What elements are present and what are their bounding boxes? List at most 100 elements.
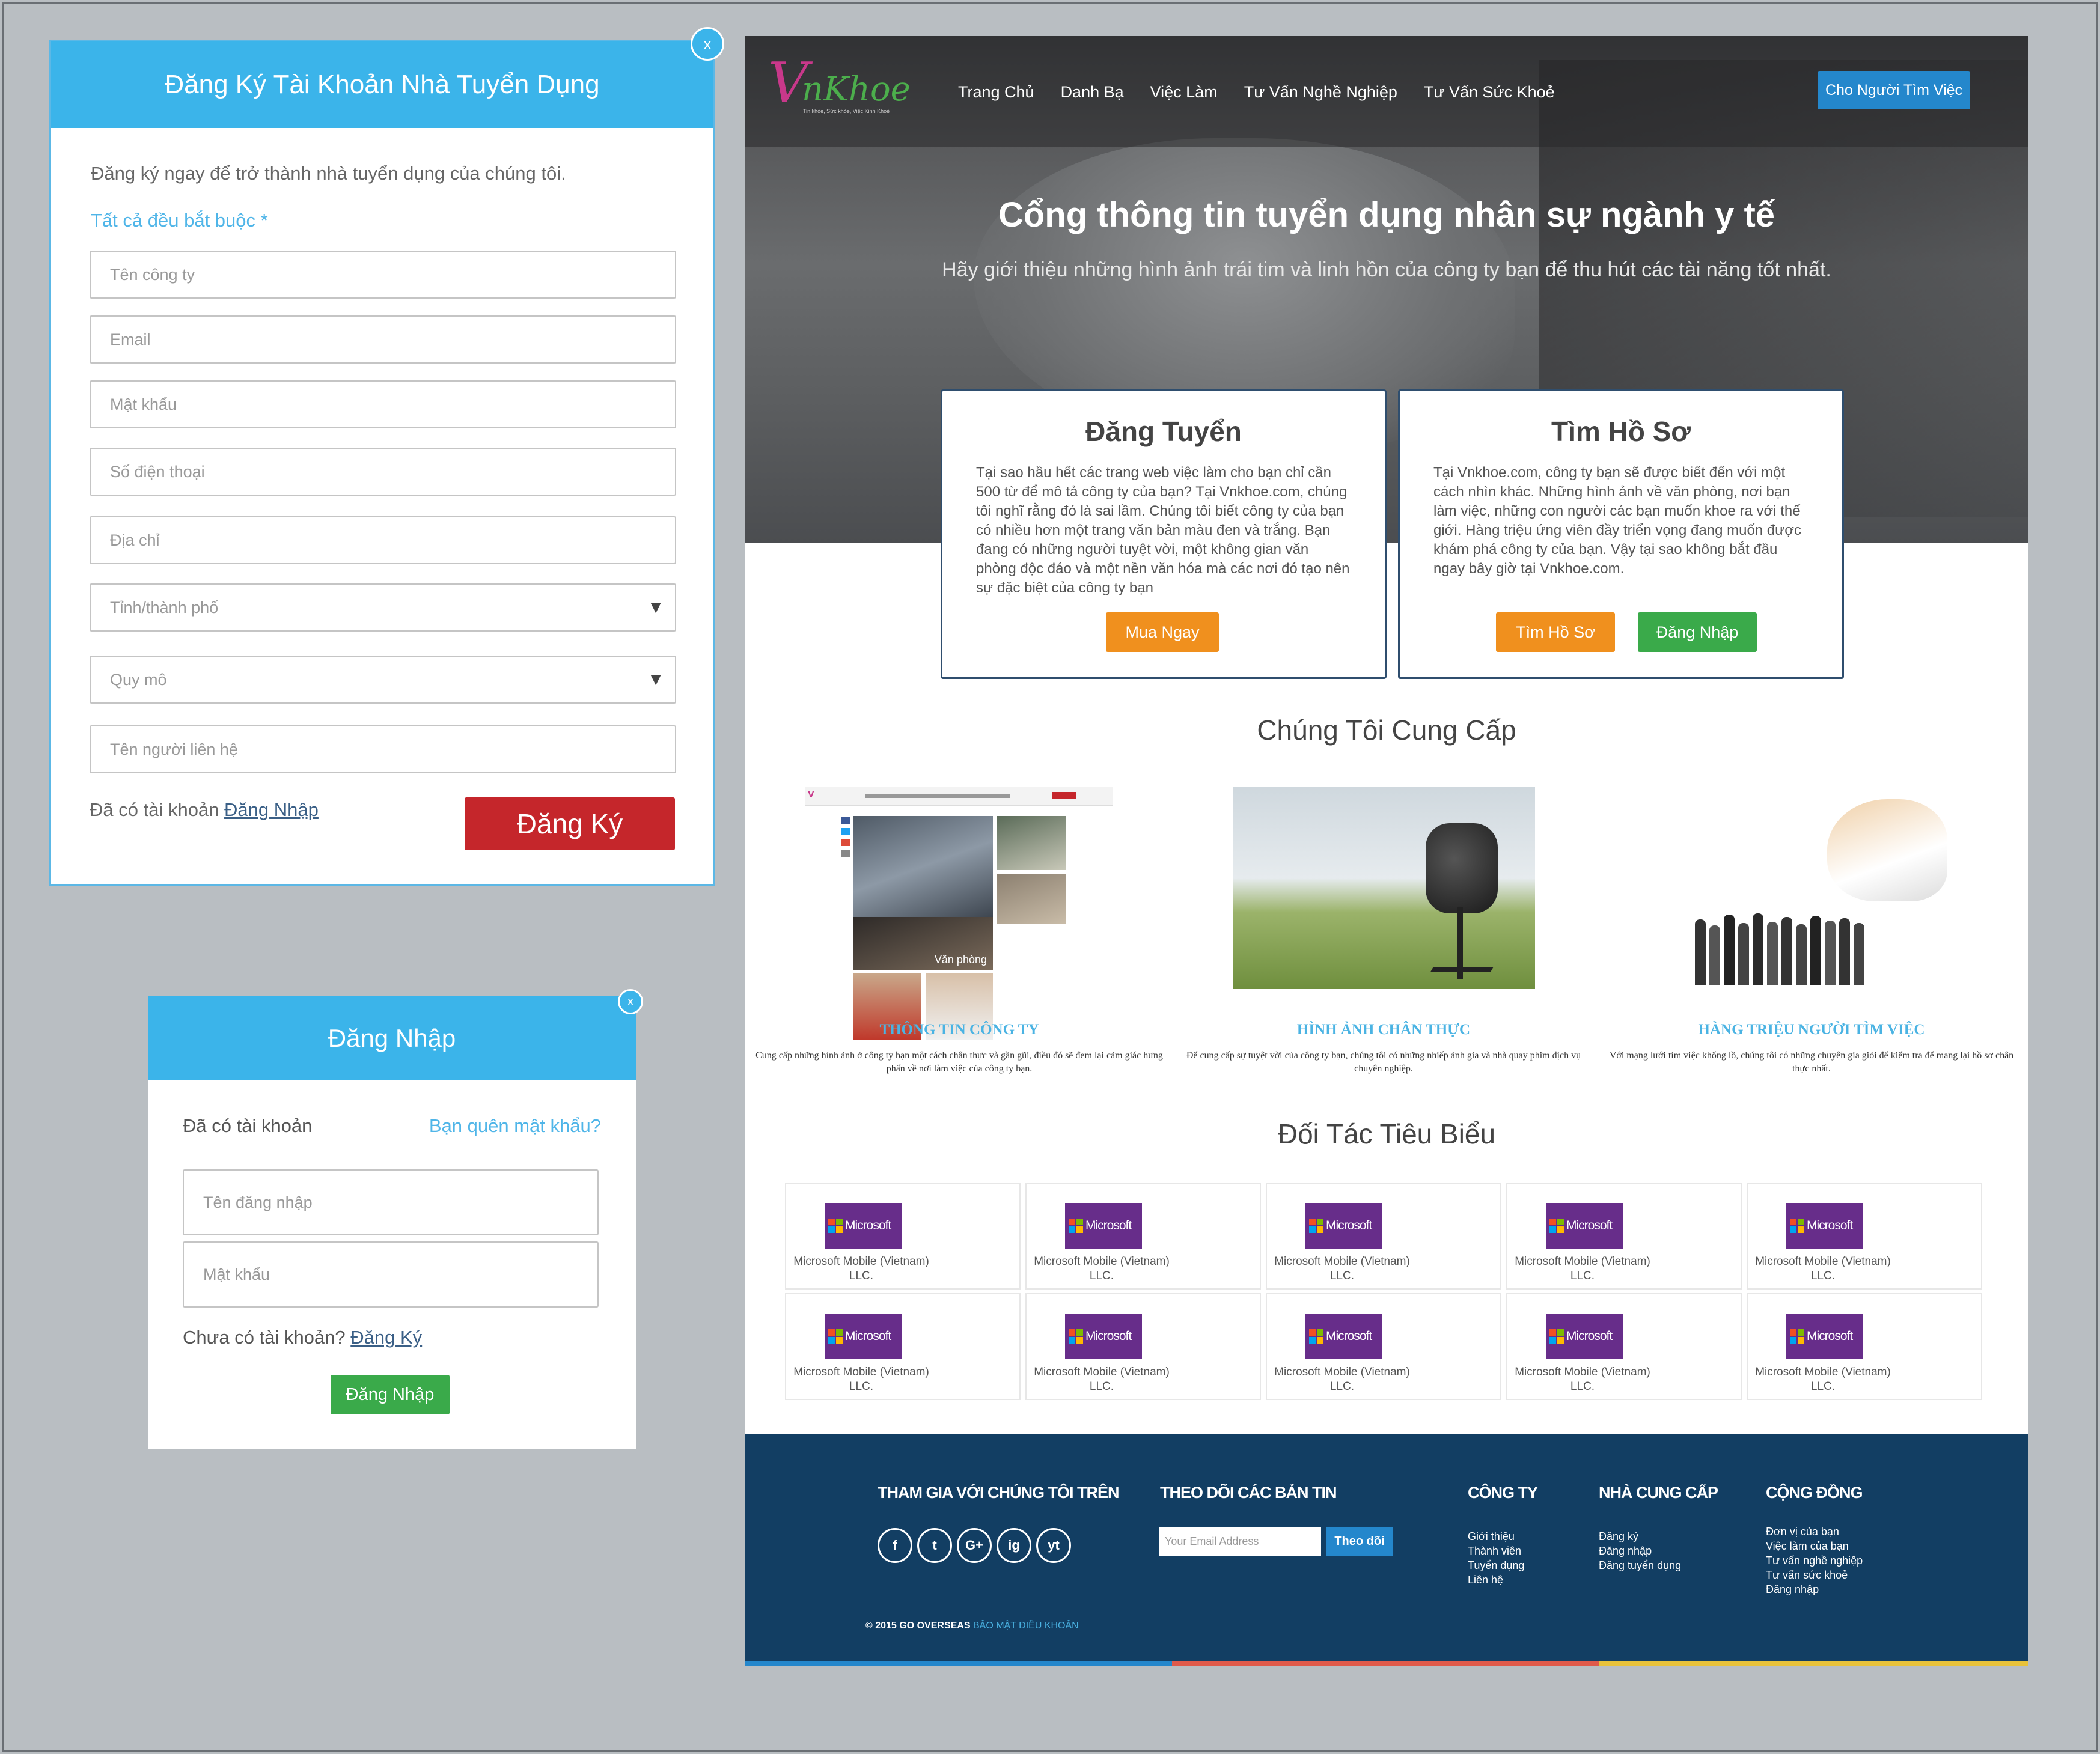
placeholder: Tên công ty [110, 265, 195, 284]
feature-desc: Với mạng lưới tìm việc khổng lồ, chúng t… [1609, 1050, 2014, 1074]
footer-link[interactable]: Đăng nhập [1766, 1582, 1863, 1597]
newsletter-email-input[interactable]: Your Email Address [1159, 1527, 1321, 1556]
email-field[interactable]: Email [90, 315, 676, 364]
feature-title: HÌNH ẢNH CHÂN THỰC [1296, 1022, 1471, 1038]
logo-word: Microsoft [1085, 1329, 1132, 1343]
partner-card[interactable]: Microsoft Microsoft Mobile (Vietnam) LLC. [1506, 1183, 1742, 1290]
dropdown-arrow-icon: ▼ [647, 670, 664, 689]
partner-name: Microsoft Mobile (Vietnam) LLC. [1267, 1365, 1417, 1394]
footer: THAM GIA VỚI CHÚNG TÔI TRÊN THEO DÕI CÁC… [745, 1434, 2028, 1666]
close-icon[interactable]: x [618, 989, 643, 1014]
phone-field[interactable]: Số điện thoại [90, 448, 676, 496]
partner-card[interactable]: Microsoft Microsoft Mobile (Vietnam) LLC. [1266, 1293, 1501, 1400]
password-field[interactable]: Mật khẩu [90, 380, 676, 428]
username-field[interactable]: Tên đăng nhập [183, 1169, 599, 1235]
footer-link[interactable]: Thành viên [1468, 1544, 1524, 1558]
password-field[interactable]: Mật khẩu [183, 1241, 599, 1308]
partner-name-line: LLC. [1570, 1270, 1595, 1282]
nav-item-career[interactable]: Tư Vấn Nghề Nghiệp [1244, 83, 1397, 102]
footer-link[interactable]: Tuyển dụng [1468, 1558, 1524, 1573]
job-seeker-button[interactable]: Cho Người Tìm Việc [1818, 71, 1970, 109]
logo-word: Microsoft [1326, 1329, 1372, 1343]
feature-title: THÔNG TIN CÔNG TY [879, 1022, 1039, 1038]
logo-word: Microsoft [845, 1219, 891, 1232]
footer-link[interactable]: Đăng nhập [1599, 1544, 1681, 1558]
footer-link[interactable]: Đăng tuyển dụng [1599, 1558, 1681, 1573]
forgot-password-link[interactable]: Bạn quên mật khẩu? [429, 1115, 601, 1137]
nav-item-directory[interactable]: Danh Bạ [1061, 83, 1124, 102]
microsoft-logo: Microsoft [1065, 1203, 1142, 1249]
terms-link[interactable]: BẢO MẬT ĐIỀU KHOẢN [973, 1621, 1079, 1631]
partner-name-line: LLC. [1810, 1270, 1836, 1282]
partner-card[interactable]: Microsoft Microsoft Mobile (Vietnam) LLC. [1506, 1293, 1742, 1400]
woman-figure [1827, 799, 1947, 901]
partner-card[interactable]: Microsoft Microsoft Mobile (Vietnam) LLC. [1747, 1183, 1982, 1290]
footer-link[interactable]: Đăng ký [1599, 1529, 1681, 1544]
copyright: © 2015 GO OVERSEAS BẢO MẬT ĐIỀU KHOẢN [865, 1621, 1079, 1631]
login-button[interactable]: Đăng Nhập [331, 1375, 450, 1414]
company-name-field[interactable]: Tên công ty [90, 251, 676, 299]
card-login-button[interactable]: Đăng Nhập [1638, 612, 1757, 652]
nav-item-health[interactable]: Tư Vấn Sức Khoẻ [1424, 83, 1555, 102]
find-cv-button[interactable]: Tìm Hồ Sơ [1496, 612, 1615, 652]
twitter-icon[interactable]: t [917, 1528, 952, 1563]
windows-icon [1069, 1329, 1083, 1344]
register-button[interactable]: Đăng Ký [465, 797, 675, 850]
partner-card[interactable]: Microsoft Microsoft Mobile (Vietnam) LLC. [785, 1183, 1021, 1290]
office-photo [853, 816, 993, 917]
buy-now-button[interactable]: Mua Ngay [1106, 612, 1219, 652]
footer-link[interactable]: Tư vấn sức khoẻ [1766, 1568, 1863, 1582]
partner-name: Microsoft Mobile (Vietnam) LLC. [786, 1365, 936, 1394]
footer-link[interactable]: Liên hệ [1468, 1573, 1524, 1587]
partner-card[interactable]: Microsoft Microsoft Mobile (Vietnam) LLC. [785, 1293, 1021, 1400]
website-preview: V nKhoe Tin khỏe, Sức khỏe, Việc Kinh Kh… [745, 36, 2028, 1666]
placeholder: Số điện thoại [110, 462, 205, 481]
partner-name: Microsoft Mobile (Vietnam) LLC. [1507, 1255, 1658, 1284]
footer-color-bar [1172, 1661, 1599, 1666]
footer-company-title: CÔNG TY [1468, 1484, 1538, 1502]
nav-item-jobs[interactable]: Việc Làm [1150, 83, 1218, 102]
footer-link[interactable]: Tư vấn nghề nghiệp [1766, 1553, 1863, 1568]
partner-card[interactable]: Microsoft Microsoft Mobile (Vietnam) LLC. [1025, 1183, 1261, 1290]
footer-link[interactable]: Giới thiệu [1468, 1529, 1524, 1544]
placeholder: Địa chỉ [110, 531, 160, 549]
partner-card[interactable]: Microsoft Microsoft Mobile (Vietnam) LLC. [1025, 1293, 1261, 1400]
address-field[interactable]: Địa chỉ [90, 516, 676, 564]
windows-icon [828, 1219, 843, 1233]
partner-name: Microsoft Mobile (Vietnam) LLC. [1027, 1365, 1177, 1394]
partner-name-line: Microsoft Mobile (Vietnam) [1274, 1366, 1410, 1378]
city-select[interactable]: Tỉnh/thành phố ▼ [90, 583, 676, 632]
no-account-label: Chưa có tài khoản? [183, 1327, 346, 1348]
register-intro: Đăng ký ngay để trở thành nhà tuyển dụng… [91, 163, 566, 184]
youtube-icon[interactable]: yt [1036, 1528, 1071, 1563]
partner-name-line: LLC. [849, 1380, 874, 1393]
partner-name-line: Microsoft Mobile (Vietnam) [1515, 1255, 1650, 1268]
footer-link[interactable]: Việc làm của bạn [1766, 1539, 1863, 1553]
register-link[interactable]: Đăng Ký [350, 1327, 422, 1348]
hero-title: Cổng thông tin tuyển dụng nhân sự ngành … [998, 195, 1775, 234]
subscribe-button[interactable]: Theo dõi [1326, 1527, 1393, 1556]
footer-link[interactable]: Đơn vị của bạn [1766, 1524, 1863, 1539]
hero-subtitle: Hãy giới thiệu những hình ảnh trái tim v… [942, 258, 1831, 281]
partner-name-line: Microsoft Mobile (Vietnam) [1755, 1255, 1891, 1268]
microsoft-logo: Microsoft [1546, 1203, 1623, 1249]
login-link[interactable]: Đăng Nhập [224, 799, 319, 820]
building-photo [997, 874, 1066, 924]
instagram-icon[interactable]: ig [997, 1528, 1031, 1563]
partner-card[interactable]: Microsoft Microsoft Mobile (Vietnam) LLC. [1266, 1183, 1501, 1290]
google-plus-icon[interactable]: G+ [957, 1528, 992, 1563]
partner-name: Microsoft Mobile (Vietnam) LLC. [1507, 1365, 1658, 1394]
register-modal-title: Đăng Ký Tài Khoản Nhà Tuyển Dụng [51, 41, 713, 128]
vnkhoe-logo[interactable]: V nKhoe Tin khỏe, Sức khỏe, Việc Kinh Kh… [768, 53, 911, 118]
microsoft-logo: Microsoft [1546, 1314, 1623, 1359]
nav-item-home[interactable]: Trang Chủ [958, 83, 1034, 102]
close-icon[interactable]: x [691, 27, 724, 61]
screenshot-header: V [805, 787, 1113, 806]
placeholder: Tỉnh/thành phố [110, 598, 219, 617]
card-text: Tại sao hầu hết các trang web việc làm c… [976, 464, 1350, 596]
facebook-icon[interactable]: f [878, 1528, 912, 1563]
partner-name-line: Microsoft Mobile (Vietnam) [1515, 1366, 1650, 1378]
scale-select[interactable]: Quy mô ▼ [90, 656, 676, 704]
partner-card[interactable]: Microsoft Microsoft Mobile (Vietnam) LLC. [1747, 1293, 1982, 1400]
contact-name-field[interactable]: Tên người liên hệ [90, 725, 676, 773]
